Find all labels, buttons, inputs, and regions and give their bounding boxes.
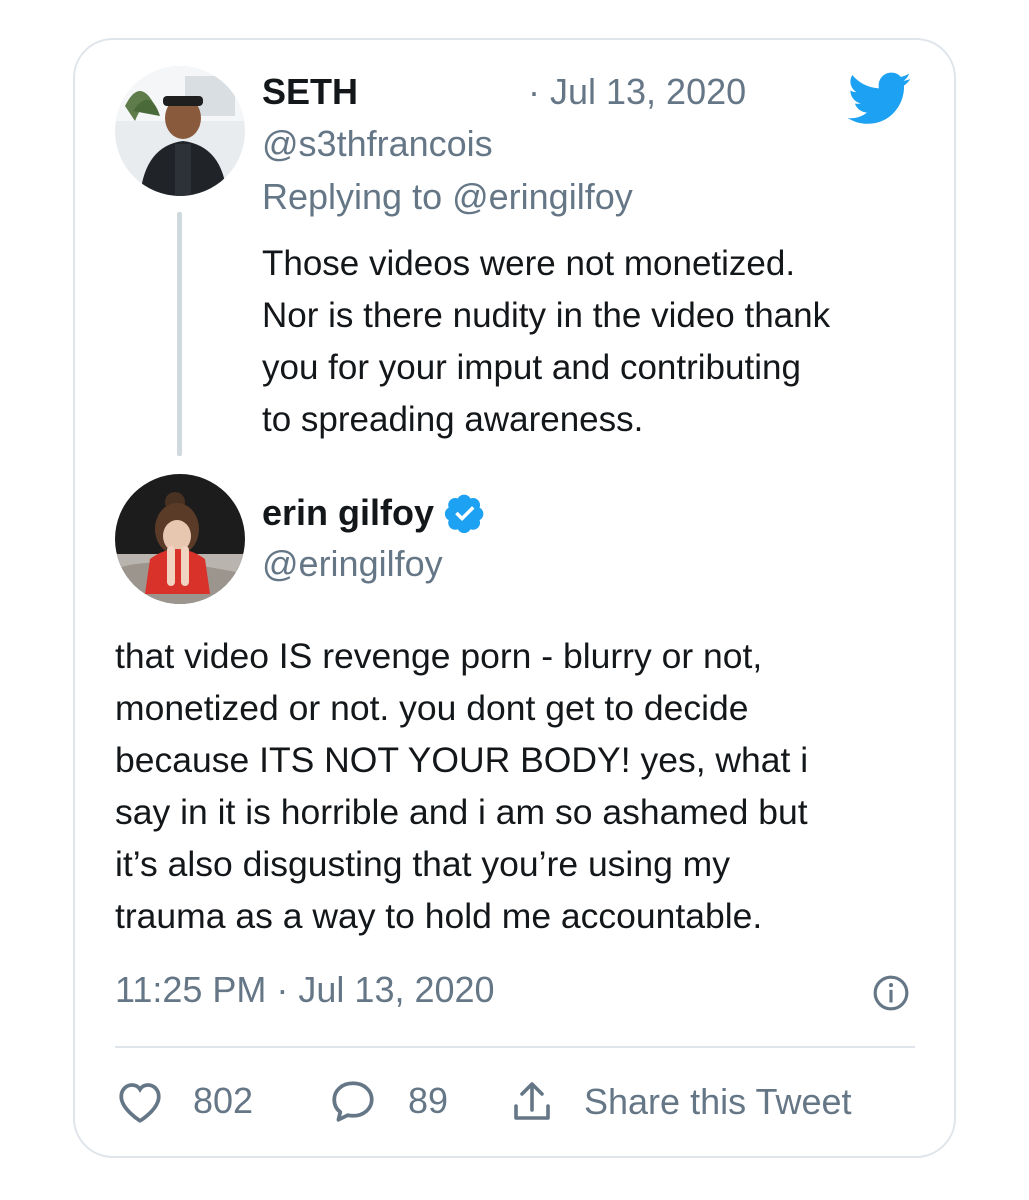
main-line: trauma as a way to hold me accountable.: [115, 896, 763, 936]
main-line: that video IS revenge porn - blurry or n…: [115, 636, 763, 676]
verified-badge-icon: [444, 492, 486, 534]
main-author-row: erin gilfoy: [262, 492, 486, 534]
reply-button[interactable]: 89: [328, 1078, 448, 1124]
reply-date[interactable]: · Jul 13, 2020: [528, 72, 746, 112]
reply-author-name[interactable]: SETH: [262, 72, 358, 112]
tweet-timestamp[interactable]: 11:25 PM · Jul 13, 2020: [115, 970, 495, 1010]
speech-bubble-icon: [332, 1081, 374, 1122]
share-icon: [514, 1082, 550, 1120]
avatar-erin[interactable]: [115, 474, 245, 604]
main-tweet-text: that video IS revenge porn - blurry or n…: [115, 630, 808, 942]
reply-count: 89: [408, 1080, 449, 1121]
avatar-seth[interactable]: [115, 66, 245, 196]
main-author-handle[interactable]: @eringilfoy: [262, 544, 443, 584]
avatar-erin-image: [115, 474, 245, 604]
like-button[interactable]: 802: [115, 1078, 253, 1124]
main-line: it’s also disgusting that you’re using m…: [115, 844, 730, 884]
info-icon[interactable]: [872, 974, 910, 1012]
twitter-bird-icon[interactable]: [847, 72, 912, 126]
divider: [115, 1046, 915, 1048]
thread-connector-line: [177, 212, 182, 456]
main-line: because ITS NOT YOUR BODY! yes, what i: [115, 740, 809, 780]
main-line: say in it is horrible and i am so ashame…: [115, 792, 808, 832]
replying-to[interactable]: Replying to @eringilfoy: [262, 177, 633, 217]
share-button[interactable]: Share this Tweet: [508, 1078, 852, 1126]
reply-text: Those videos were not monetized. Nor is …: [262, 238, 830, 446]
like-count: 802: [193, 1080, 254, 1121]
share-label: Share this Tweet: [584, 1081, 852, 1122]
reply-line: you for your imput and contributing: [262, 348, 801, 387]
avatar-seth-image: [115, 66, 245, 196]
heart-icon: [119, 1083, 161, 1123]
reply-author-handle[interactable]: @s3thfrancois: [262, 124, 493, 164]
reply-line: Nor is there nudity in the video thank: [262, 296, 831, 335]
reply-line: Those videos were not monetized.: [262, 244, 796, 283]
reply-line: to spreading awareness.: [262, 400, 644, 439]
main-author-name[interactable]: erin gilfoy: [262, 493, 434, 533]
main-line: monetized or not. you dont get to decide: [115, 688, 749, 728]
